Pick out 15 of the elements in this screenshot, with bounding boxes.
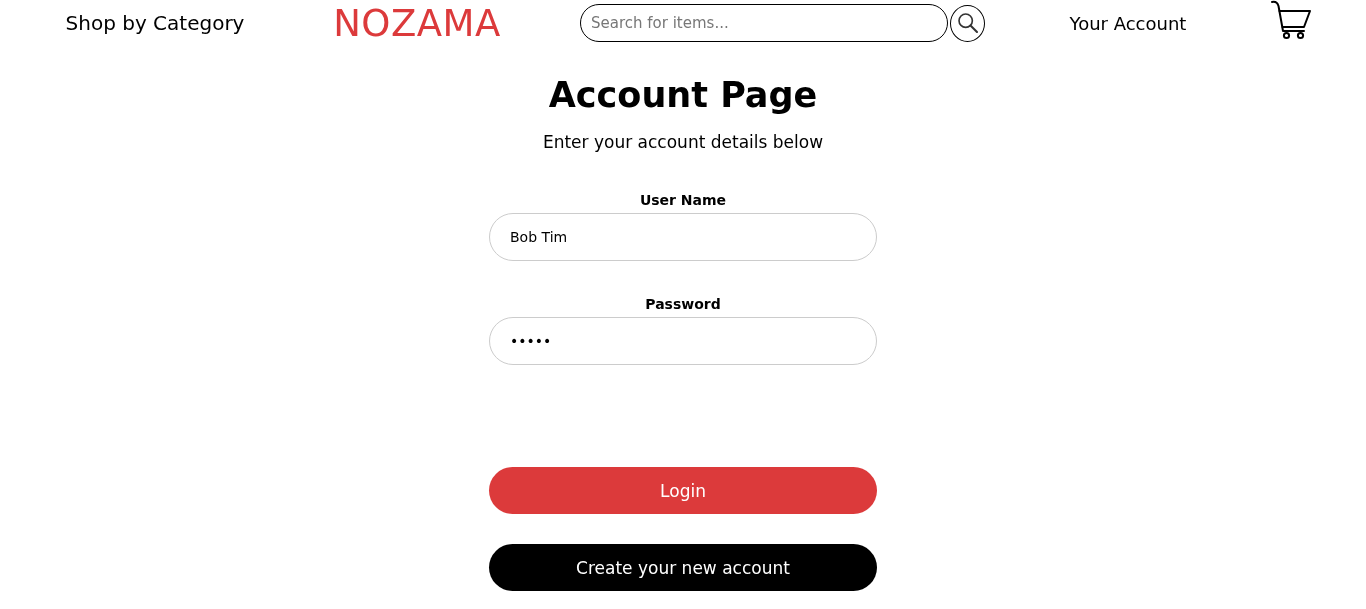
search-field[interactable]: Search for items... xyxy=(580,4,948,42)
your-account-link[interactable]: Your Account xyxy=(1069,12,1187,34)
field-label: Password xyxy=(645,295,721,313)
shopping-cart-icon[interactable] xyxy=(1271,0,1311,40)
page-title: Account Page xyxy=(548,74,818,117)
shop-by-category-link[interactable]: Shop by Category xyxy=(65,11,245,35)
input-field[interactable]: ••••• xyxy=(489,317,877,365)
page-subtitle: Enter your account details below xyxy=(542,131,824,154)
input-field[interactable]: Bob Tim xyxy=(489,213,877,261)
logo[interactable]: NOZAMA xyxy=(333,4,501,42)
create-account-button[interactable]: Create your new account xyxy=(489,544,877,591)
search-icon xyxy=(957,13,978,33)
field-label: User Name xyxy=(639,191,727,209)
search-button[interactable] xyxy=(950,4,985,42)
login-button[interactable]: Login xyxy=(489,467,877,514)
